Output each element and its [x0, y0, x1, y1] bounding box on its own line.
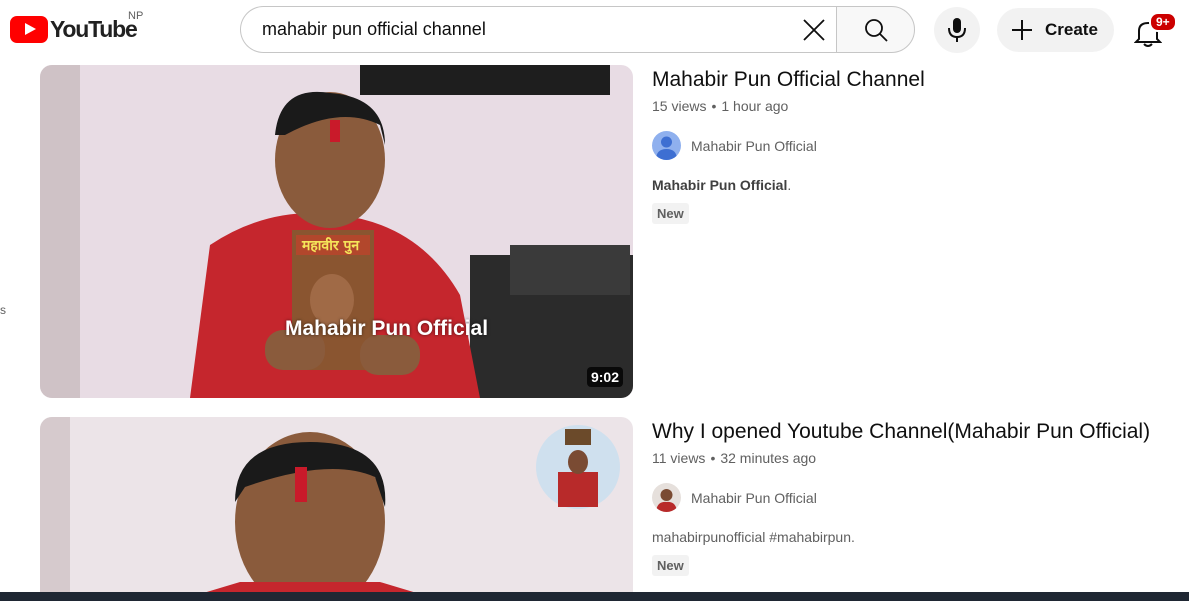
meta-separator: •: [711, 98, 717, 114]
channel-name: Mahabir Pun Official: [691, 137, 817, 154]
new-badge: New: [652, 555, 689, 576]
channel-link[interactable]: Mahabir Pun Official: [652, 131, 1182, 160]
notifications-button[interactable]: 9+: [1128, 10, 1177, 50]
video-meta: 15 views • 1 hour ago: [652, 98, 1182, 114]
clear-search-button[interactable]: [792, 8, 836, 52]
new-badge: New: [652, 203, 689, 224]
meta-separator: •: [710, 450, 716, 466]
search-button[interactable]: [836, 6, 915, 53]
description-text: .: [787, 177, 792, 193]
video-meta: 11 views • 32 minutes ago: [652, 450, 1182, 466]
os-taskbar: [0, 592, 1189, 601]
create-button[interactable]: Create: [997, 8, 1114, 52]
channel-avatar[interactable]: [652, 131, 681, 160]
video-title[interactable]: Why I opened Youtube Channel(Mahabir Pun…: [652, 419, 1182, 445]
thumbnail-image: [40, 417, 633, 597]
plus-icon: [1011, 19, 1033, 41]
default-avatar-icon: [652, 131, 681, 160]
youtube-logo[interactable]: YouTube: [10, 14, 138, 44]
channel-name: Mahabir Pun Official: [691, 489, 817, 506]
view-count: 11 views: [652, 450, 706, 466]
video-description: Mahabir Pun Official.: [652, 177, 1182, 193]
description-highlight: Mahabir Pun Official: [652, 177, 788, 193]
video-description: mahabirpunofficial #mahabirpun.: [652, 529, 855, 545]
voice-search-button[interactable]: [934, 7, 980, 53]
close-icon: [803, 18, 825, 41]
region-code: NP: [128, 10, 144, 22]
video-info: Why I opened Youtube Channel(Mahabir Pun…: [652, 419, 1182, 576]
notification-badge: 9+: [1149, 12, 1177, 32]
create-label: Create: [1045, 20, 1098, 39]
microphone-icon: [948, 18, 966, 42]
video-info: Mahabir Pun Official Channel 15 views • 1 …: [652, 67, 1182, 224]
duration-badge: 9:02: [586, 367, 623, 387]
search-box: [240, 6, 836, 53]
search-bar: [240, 6, 915, 53]
view-count: 15 views: [652, 98, 707, 114]
logo-text: YouTube: [50, 15, 138, 42]
channel-link[interactable]: Mahabir Pun Official: [652, 483, 1182, 512]
top-bar: YouTube NP Create: [0, 0, 1189, 60]
video-thumbnail[interactable]: महावीर पुन Mahabir Pun Official 9:02: [40, 65, 633, 398]
upload-age: 1 hour ago: [721, 98, 789, 114]
video-title[interactable]: Mahabir Pun Official Channel: [652, 67, 1182, 93]
channel-avatar[interactable]: [652, 483, 681, 512]
upload-age: 32 minutes ago: [720, 450, 817, 466]
book-title: महावीर पुन: [301, 237, 360, 255]
sidebar-edge-text: s: [0, 303, 6, 317]
search-input[interactable]: [260, 18, 792, 41]
video-thumbnail[interactable]: [40, 417, 633, 597]
thumbnail-image: महावीर पुन: [40, 65, 633, 398]
youtube-play-icon: [10, 15, 48, 43]
search-icon: [864, 18, 888, 42]
channel-photo-icon: [652, 483, 681, 512]
thumbnail-overlay-text: Mahabir Pun Official: [285, 317, 489, 340]
